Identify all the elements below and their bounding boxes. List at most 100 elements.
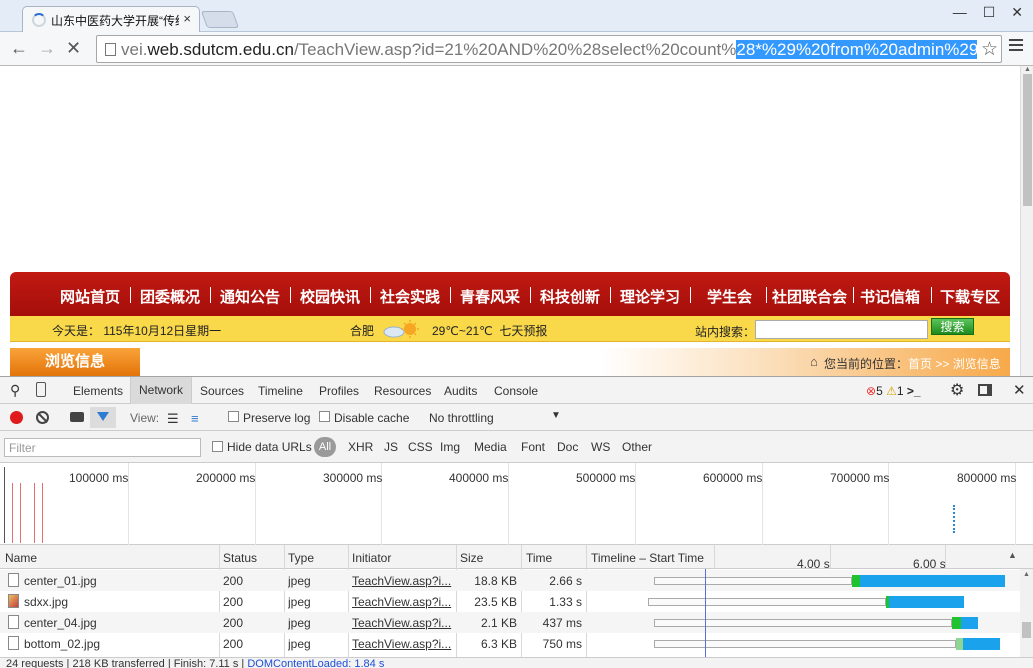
site-search-input[interactable]	[755, 320, 928, 339]
filter-funnel-icon[interactable]	[90, 407, 116, 428]
close-window-button[interactable]: ✕	[1011, 4, 1023, 21]
nav-item-notices[interactable]: 通知公告	[220, 286, 280, 307]
new-tab-button[interactable]	[200, 11, 240, 28]
inspect-search-icon[interactable]: ⚲	[10, 382, 20, 399]
tab-timeline[interactable]: Timeline	[258, 384, 303, 398]
tab-profiles[interactable]: Profiles	[319, 384, 359, 398]
nav-item-home[interactable]: 网站首页	[60, 286, 120, 307]
url-text[interactable]: vei.web.sdutcm.edu.cn/TeachView.asp?id=2…	[121, 40, 977, 60]
hide-data-urls-checkbox[interactable]	[212, 441, 223, 452]
dock-side-icon[interactable]	[978, 384, 992, 396]
filter-css[interactable]: CSS	[408, 440, 433, 454]
column-timeline[interactable]: Timeline – Start Time	[591, 551, 704, 565]
bookmark-star-icon[interactable]: ☆	[981, 38, 998, 61]
filter-all-button[interactable]: All	[314, 437, 336, 457]
column-status[interactable]: Status	[223, 551, 257, 565]
nav-item-youth[interactable]: 青春风采	[460, 286, 520, 307]
error-warning-counter[interactable]: ⊗5 ⚠1 >_	[866, 384, 921, 398]
table-row[interactable]: bottom_02.jpg 200 jpeg TeachView.asp?i..…	[0, 633, 1020, 654]
column-name[interactable]: Name	[5, 551, 37, 565]
page-scrollbar[interactable]: ▲	[1020, 66, 1033, 376]
tab-audits[interactable]: Audits	[444, 384, 477, 398]
timing-bar-waiting	[852, 575, 860, 587]
nav-item-clubs[interactable]: 社团联合会	[772, 286, 847, 307]
filter-img[interactable]: Img	[440, 440, 460, 454]
column-initiator[interactable]: Initiator	[352, 551, 391, 565]
tab-elements[interactable]: Elements	[73, 384, 123, 398]
browse-info-tab[interactable]: 浏览信息	[10, 348, 140, 376]
table-row[interactable]: center_04.jpg 200 jpeg TeachView.asp?i..…	[0, 612, 1020, 633]
nav-separator	[450, 287, 451, 303]
nav-separator	[690, 287, 691, 303]
filter-ws[interactable]: WS	[591, 440, 610, 454]
nav-item-practice[interactable]: 社会实践	[380, 286, 440, 307]
chevron-down-icon[interactable]: ▼	[551, 410, 561, 421]
tab-console[interactable]: Console	[494, 384, 538, 398]
network-list-scrollbar[interactable]: ▲	[1020, 569, 1033, 657]
table-row[interactable]: center_01.jpg 200 jpeg TeachView.asp?i..…	[0, 570, 1020, 591]
overview-waterfall-icon[interactable]: ≡	[191, 411, 199, 426]
browser-menu-icon[interactable]	[1009, 39, 1023, 54]
table-row[interactable]: sdxx.jpg 200 jpeg TeachView.asp?i... 23.…	[0, 591, 1020, 612]
minimize-button[interactable]: —	[953, 4, 967, 21]
nav-item-overview[interactable]: 团委概况	[140, 286, 200, 307]
network-controls-bar: View: ☰ ≡ Preserve log Disable cache No …	[0, 404, 1033, 431]
console-drawer-icon[interactable]: >_	[907, 384, 921, 398]
url-host: web.sdutcm.edu.cn	[147, 40, 294, 59]
filter-input[interactable]: Filter	[4, 438, 201, 457]
throttling-select[interactable]: No throttling	[429, 411, 494, 425]
clear-icon[interactable]	[36, 411, 49, 424]
tab-network[interactable]: Network	[130, 377, 193, 404]
tab-sources[interactable]: Sources	[200, 384, 244, 398]
filter-media[interactable]: Media	[474, 440, 507, 454]
filter-doc[interactable]: Doc	[557, 440, 578, 454]
column-type[interactable]: Type	[288, 551, 314, 565]
browser-toolbar: ← → ✕ vei.web.sdutcm.edu.cn/TeachView.as…	[0, 32, 1033, 66]
temperature-range: 29℃~21℃	[432, 324, 493, 338]
network-status-bar: 24 requests | 218 KB transferred | Finis…	[0, 657, 1033, 668]
column-time[interactable]: Time	[526, 551, 552, 565]
scroll-up-arrow-icon[interactable]: ▲	[1023, 571, 1030, 578]
record-icon[interactable]	[10, 411, 23, 424]
nav-item-downloads[interactable]: 下载专区	[940, 286, 1000, 307]
forward-arrow-icon[interactable]: →	[38, 38, 56, 59]
scroll-up-arrow-icon[interactable]: ▲	[1024, 66, 1031, 73]
filter-font[interactable]: Font	[521, 440, 545, 454]
disable-cache-checkbox[interactable]	[319, 411, 330, 422]
overview-tick-label: 600000 ms	[703, 471, 763, 485]
row-initiator-link[interactable]: TeachView.asp?i...	[352, 595, 452, 609]
network-overview-timeline[interactable]: 100000 ms 200000 ms 300000 ms 400000 ms …	[0, 463, 1033, 545]
stop-loading-icon[interactable]: ✕	[66, 38, 81, 59]
row-initiator-link[interactable]: TeachView.asp?i...	[352, 574, 452, 588]
browser-tab[interactable]: 山东中医药大学开展“传统 ×	[22, 6, 200, 32]
forecast-link[interactable]: 七天预报	[499, 324, 547, 338]
page-scrollbar-thumb[interactable]	[1023, 74, 1032, 206]
row-initiator-link[interactable]: TeachView.asp?i...	[352, 616, 452, 630]
tab-close-icon[interactable]: ×	[183, 11, 191, 26]
large-rows-icon[interactable]: ☰	[167, 411, 179, 427]
maximize-button[interactable]: ☐	[983, 4, 996, 21]
nav-item-theory[interactable]: 理论学习	[620, 286, 680, 307]
network-list-scrollbar-thumb[interactable]	[1022, 622, 1031, 638]
filter-other[interactable]: Other	[622, 440, 652, 454]
address-bar[interactable]: vei.web.sdutcm.edu.cn/TeachView.asp?id=2…	[96, 35, 1002, 63]
column-size[interactable]: Size	[460, 551, 483, 565]
preserve-log-checkbox[interactable]	[228, 411, 239, 422]
device-mode-icon[interactable]	[36, 382, 46, 397]
row-status: 200	[223, 574, 244, 588]
nav-item-innovation[interactable]: 科技创新	[540, 286, 600, 307]
tab-resources[interactable]: Resources	[374, 384, 431, 398]
row-initiator-link[interactable]: TeachView.asp?i...	[352, 637, 452, 651]
close-devtools-icon[interactable]: ✕	[1013, 381, 1026, 399]
filter-js[interactable]: JS	[384, 440, 398, 454]
sort-ascending-icon[interactable]: ▲	[1008, 550, 1017, 560]
nav-item-mailbox[interactable]: 书记信箱	[860, 286, 920, 307]
filter-xhr[interactable]: XHR	[348, 440, 373, 454]
site-search-button[interactable]: 搜索	[931, 318, 974, 335]
settings-gear-icon[interactable]: ⚙	[950, 380, 964, 400]
capture-screenshots-icon[interactable]	[70, 412, 84, 422]
back-arrow-icon[interactable]: ←	[10, 38, 28, 59]
breadcrumb-home-link[interactable]: 首页	[908, 357, 932, 371]
nav-item-campus-news[interactable]: 校园快讯	[300, 286, 360, 307]
nav-item-student-union[interactable]: 学生会	[707, 286, 752, 307]
